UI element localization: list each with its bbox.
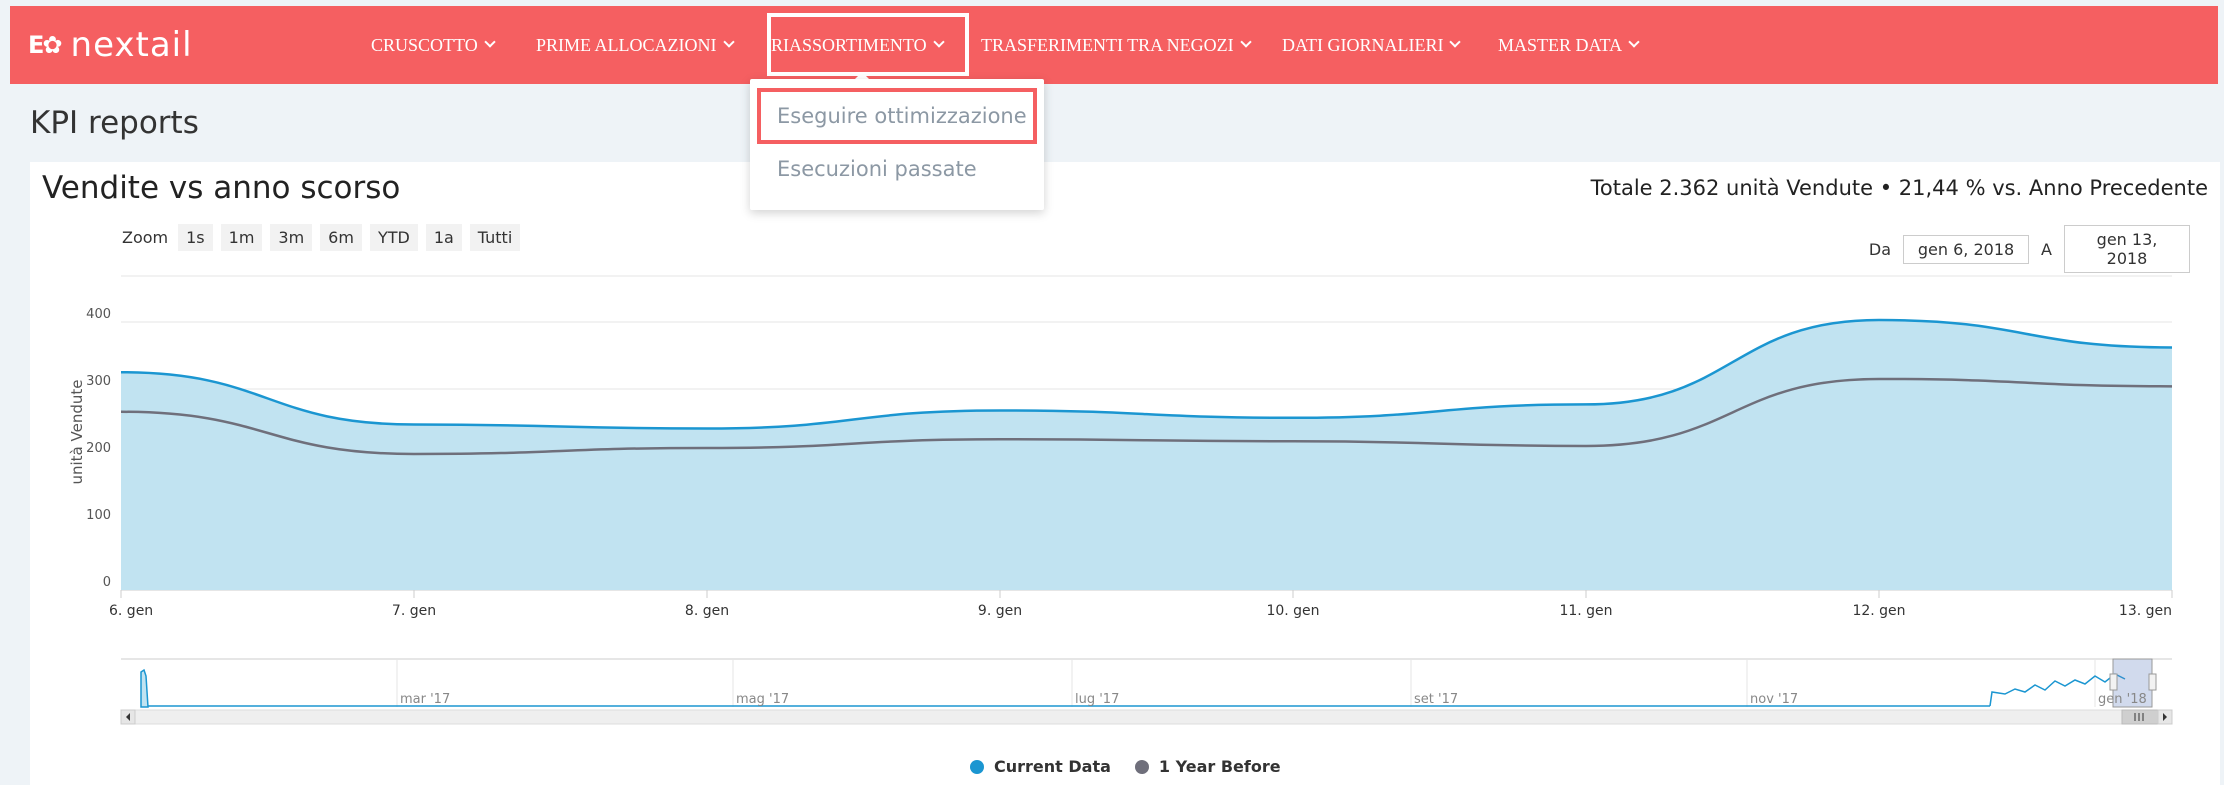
x-tick-label: 7. gen	[392, 603, 436, 619]
nav-item-prime-allocazioni[interactable]: PRIME ALLOCAZIONI	[536, 6, 735, 84]
chevron-down-icon	[484, 36, 496, 48]
nextail-logo[interactable]: E✿ nextail	[28, 25, 193, 65]
y-tick-label: 100	[86, 508, 111, 523]
y-axis-label: unità Vendute	[68, 380, 86, 485]
riassortimento-dropdown-menu: Eseguire ottimizzazione Esecuzioni passa…	[750, 79, 1044, 210]
chevron-down-icon	[932, 36, 945, 48]
y-tick-label: 0	[103, 575, 111, 590]
navigator-month-label: mag '17	[736, 692, 789, 707]
app-page: E✿ nextail CRUSCOTTO PRIME ALLOCAZIONI R…	[0, 0, 2224, 785]
navigator-month-label: set '17	[1414, 692, 1458, 707]
x-tick-label: 9. gen	[978, 603, 1022, 619]
legend-label: 1 Year Before	[1158, 757, 1281, 776]
nav-item-master-data[interactable]: MASTER DATA	[1498, 6, 1640, 84]
top-navigation-bar: E✿ nextail CRUSCOTTO PRIME ALLOCAZIONI R…	[10, 6, 2218, 84]
navigator-left-handle[interactable]	[2109, 673, 2118, 691]
legend-item-previous[interactable]: 1 Year Before	[1134, 757, 1281, 776]
y-tick-label: 300	[86, 374, 111, 389]
chevron-down-icon	[1449, 36, 1462, 48]
menu-item-esecuzioni-passate[interactable]: Esecuzioni passate	[777, 157, 977, 181]
navigator-scrollbar-thumb[interactable]	[2121, 709, 2159, 725]
navigator-right-handle[interactable]	[2148, 673, 2157, 691]
nav-item-label: RIASSORTIMENTO	[771, 34, 927, 55]
nav-item-label: CRUSCOTTO	[371, 34, 478, 55]
navigator-month-label: nov '17	[1750, 692, 1798, 707]
sales-chart[interactable]: 0 100 200 300 400 6. gen 7. gen 8. gen 9. gen 10.…	[30, 162, 2220, 785]
nav-item-trasferimenti[interactable]: TRASFERIMENTI TRA NEGOZI	[981, 6, 1252, 84]
legend-dot-icon	[970, 759, 984, 774]
nav-item-label: MASTER DATA	[1498, 34, 1623, 55]
chevron-down-icon	[722, 36, 735, 48]
legend-label: Current Data	[994, 757, 1111, 776]
x-tick-label: 11. gen	[1559, 603, 1612, 619]
navigator-scrollbar-track[interactable]	[120, 709, 2173, 725]
legend-dot-icon	[1134, 759, 1149, 774]
chart-card: Vendite vs anno scorso Totale 2.362 unit…	[30, 162, 2220, 785]
legend-item-current[interactable]: Current Data	[970, 757, 1111, 776]
navigator-month-label: gen '18	[2098, 692, 2147, 707]
nav-item-label: DATI GIORNALIERI	[1282, 34, 1444, 55]
chevron-down-icon	[1628, 36, 1640, 48]
logo-mark-icon: E✿	[28, 31, 62, 59]
nav-item-dati-giornalieri[interactable]: DATI GIORNALIERI	[1282, 6, 1462, 84]
y-tick-label: 400	[86, 307, 111, 322]
page-title: KPI reports	[30, 105, 199, 141]
chevron-down-icon	[1240, 36, 1252, 48]
logo-text: nextail	[70, 25, 193, 65]
y-tick-label: 200	[86, 441, 111, 456]
nav-item-label: TRASFERIMENTI TRA NEGOZI	[981, 34, 1234, 55]
x-tick-label: 10. gen	[1266, 603, 1319, 619]
x-tick-label: 13. gen	[2119, 603, 2172, 619]
x-tick-label: 12. gen	[1852, 603, 1905, 619]
left-edge	[0, 0, 10, 785]
menu-item-eseguire-ottimizzazione[interactable]: Eseguire ottimizzazione	[777, 104, 1027, 128]
navigator-month-label: lug '17	[1075, 692, 1119, 707]
x-tick-label: 6. gen	[109, 603, 153, 619]
nav-item-label: PRIME ALLOCAZIONI	[536, 34, 717, 55]
navigator[interactable]: mar '17 mag '17 lug '17 set '17 nov '17 gen '…	[120, 658, 2173, 725]
nav-item-cruscotto[interactable]: CRUSCOTTO	[371, 6, 496, 84]
x-tick-label: 8. gen	[685, 603, 729, 619]
navigator-month-label: mar '17	[400, 692, 450, 707]
chart-legend: Current Data 1 Year Before	[970, 757, 1305, 776]
